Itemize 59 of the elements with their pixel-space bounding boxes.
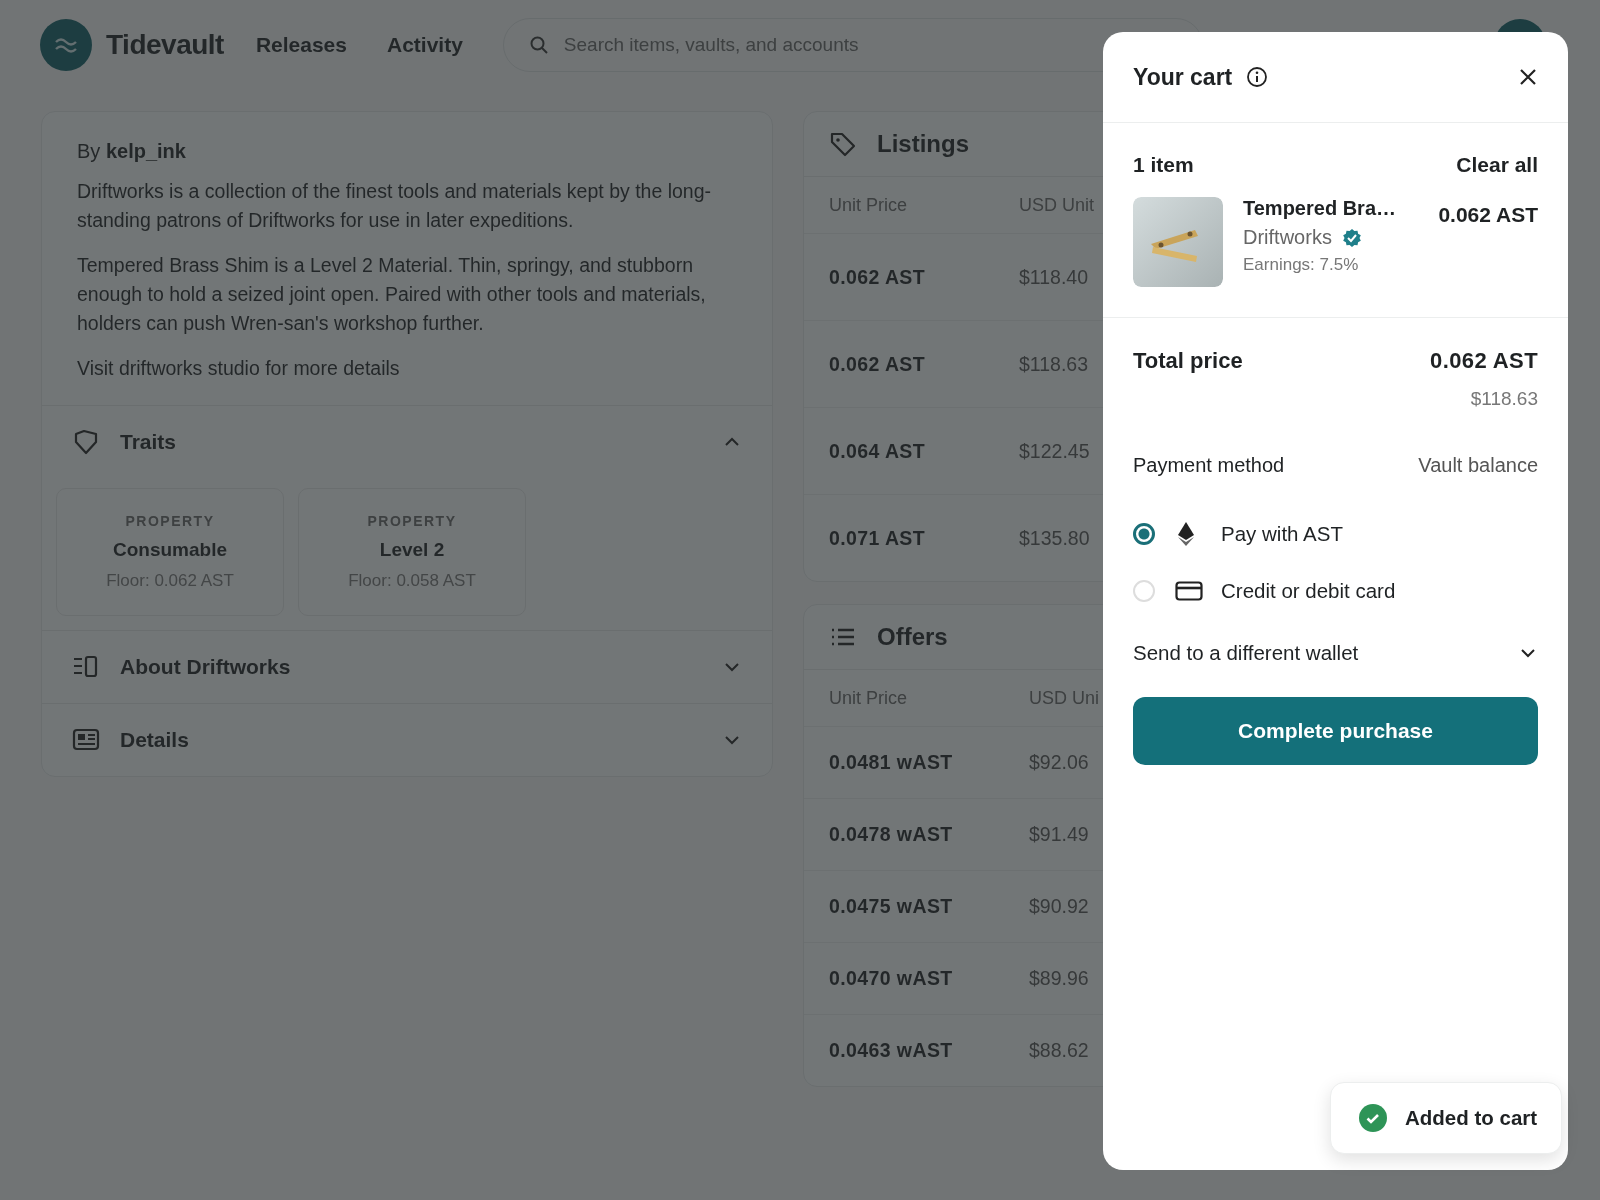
complete-purchase-button[interactable]: Complete purchase [1133, 697, 1538, 765]
table-cell: $135.80 [1019, 526, 1090, 550]
item-count: 1 item [1133, 153, 1194, 177]
payment-label: Payment method [1133, 454, 1285, 477]
credit-card-icon [1175, 580, 1203, 601]
table-cell: $122.45 [1019, 439, 1090, 463]
listings-title: Listings [877, 130, 969, 158]
tag-icon [829, 130, 857, 158]
section-header[interactable]: Traits [42, 406, 772, 478]
description-text: Driftworks is a collection of the finest tools and materials kept by the long-standing patrons of Driftworks for use in later expeditions. [77, 179, 713, 233]
offers-title: Offers [877, 623, 948, 651]
info-icon[interactable] [1246, 66, 1269, 88]
table-cell: $90.92 [1029, 895, 1089, 918]
table-cell-text: 0.0481 wAST [829, 751, 954, 774]
table-cell-text: 0.071 AST [829, 526, 927, 550]
diamond-coin-icon [1175, 520, 1197, 547]
payment-option-label: Pay with AST [1221, 521, 1343, 546]
table-cell: $118.63 [1019, 352, 1089, 376]
payment-source: Vault balance [1418, 454, 1538, 477]
earnings-text: Earnings: 7.5% [1243, 255, 1360, 275]
radio-button[interactable] [1133, 522, 1155, 545]
table-cell-text: 0.0470 wAST [829, 967, 954, 990]
nav-link[interactable]: Releases [255, 33, 347, 57]
trait-value: Consumable [113, 539, 227, 561]
section-header[interactable]: Details [42, 704, 772, 776]
table-cell-text: 0.062 AST [829, 265, 927, 289]
description-text: Tempered Brass Shim is a Level 2 Material. Thin, springy, and stubborn enough to hold a seized joint open. Paired with other tools and materials, holders can push Wren-san's workshop further. [77, 253, 707, 336]
nav-link[interactable]: Activity [387, 33, 463, 57]
table-cell: $91.49 [1029, 823, 1089, 846]
search-icon [528, 35, 549, 55]
payment-option-label: Credit or debit card [1221, 578, 1396, 603]
close-icon[interactable] [1518, 67, 1538, 87]
table-cell-text: 0.0463 wAST [829, 1039, 954, 1062]
send-wallet-toggle[interactable]: Send to a different wallet [1133, 633, 1538, 673]
total-label: Total price [1133, 348, 1243, 374]
table-cell-text: 0.062 AST [829, 352, 927, 376]
collection-name[interactable]: Driftworks [1243, 226, 1332, 249]
table-cell-text: 0.0478 wAST [829, 823, 954, 846]
table-cell: $118.40 [1019, 265, 1089, 289]
creator-label: By [77, 140, 101, 162]
total-price: 0.062 AST [1430, 348, 1538, 374]
clear-all-button[interactable]: Clear all [1456, 153, 1538, 177]
toast-message: Added to cart [1405, 1106, 1538, 1130]
table-cell: $92.06 [1029, 751, 1089, 774]
table-cell: $88.62 [1029, 1039, 1089, 1062]
table-cell-text: 0.0475 wAST [829, 895, 954, 918]
tag-icon [72, 428, 100, 456]
trait-value: Level 2 [379, 539, 445, 561]
item-price: 0.062 AST [1438, 203, 1538, 227]
creator-link[interactable]: kelp_ink [105, 140, 186, 162]
table-cell: $89.96 [1029, 967, 1089, 990]
description-text: Visit driftworks studio for more details [77, 356, 401, 381]
table-cell-text: 0.064 AST [829, 439, 927, 463]
total-usd: $118.63 [1470, 388, 1538, 410]
check-circle-icon [1359, 1104, 1387, 1132]
section-header[interactable]: About Driftworks [42, 631, 772, 703]
item-name[interactable]: Tempered Bra… [1243, 197, 1419, 220]
logo-icon [40, 19, 92, 71]
logo-text[interactable]: Tidevault [106, 29, 224, 61]
